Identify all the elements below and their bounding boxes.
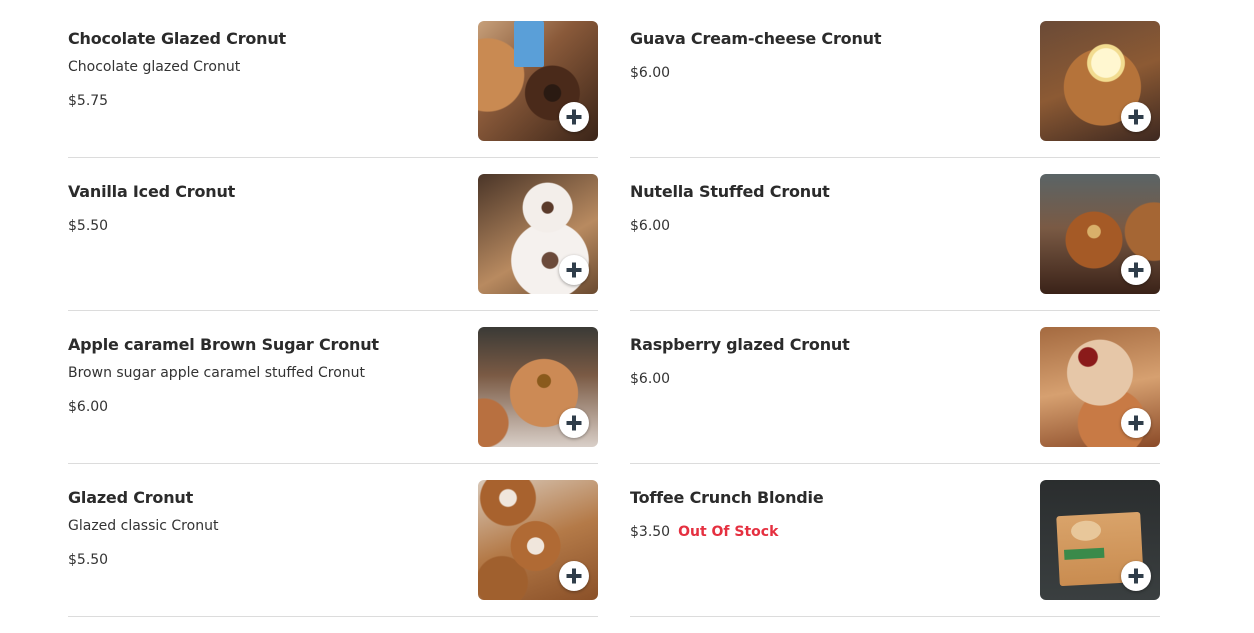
chocolate-glazed-cronut-image[interactable] [478,21,598,141]
menu-item-description: Brown sugar apple caramel stuffed Cronut [68,365,366,381]
plus-icon [566,109,582,125]
menu-item-price-row: $5.50 [68,551,458,569]
menu-item-description: Chocolate glazed Cronut [68,59,241,75]
menu-item-price: $5.50 [68,218,109,234]
plus-icon [1128,109,1144,125]
add-to-cart-button[interactable] [559,255,589,285]
toffee-crunch-blondie-image[interactable] [1040,480,1160,600]
add-to-cart-button[interactable] [1121,102,1151,132]
menu-item-price-row: $6.00 [68,398,458,416]
guava-cream-cheese-cronut-image[interactable] [1040,21,1160,141]
menu-item-price: $5.50 [68,552,109,568]
apple-caramel-cronut-image[interactable] [478,327,598,447]
add-to-cart-button[interactable] [1121,561,1151,591]
add-to-cart-button[interactable] [1121,408,1151,438]
menu-item-name: Guava Cream-cheese Cronut [630,29,882,48]
menu-item-price: $6.00 [630,218,671,234]
menu-item-name: Glazed Cronut [68,488,194,507]
glazed-cronut-image[interactable] [478,480,598,600]
menu-item-price: $5.75 [68,93,109,109]
menu-item-apple-caramel-brown-sugar-cronut[interactable]: Apple caramel Brown Sugar Cronut Brown s… [68,327,598,464]
menu-item-info: Toffee Crunch Blondie $3.50 Out Of Stock [630,488,1020,541]
menu-item-price-row: $3.50 Out Of Stock [630,523,1020,541]
image-detail [514,21,544,67]
out-of-stock-badge: Out Of Stock [678,524,779,540]
add-to-cart-button[interactable] [559,561,589,591]
menu-item-raspberry-glazed-cronut[interactable]: Raspberry glazed Cronut $6.00 [630,327,1160,464]
menu-item-nutella-stuffed-cronut[interactable]: Nutella Stuffed Cronut $6.00 [630,174,1160,311]
menu-items-grid: Chocolate Glazed Cronut Chocolate glazed… [68,21,1160,633]
menu-item-info: Vanilla Iced Cronut $5.50 [68,182,458,235]
menu-item-chocolate-glazed-cronut[interactable]: Chocolate Glazed Cronut Chocolate glazed… [68,21,598,158]
menu-item-glazed-cronut[interactable]: Glazed Cronut Glazed classic Cronut $5.5… [68,480,598,617]
menu-item-toffee-crunch-blondie[interactable]: Toffee Crunch Blondie $3.50 Out Of Stock [630,480,1160,617]
plus-icon [1128,568,1144,584]
menu-item-price: $6.00 [68,399,109,415]
add-to-cart-button[interactable] [559,102,589,132]
menu-item-name: Apple caramel Brown Sugar Cronut [68,335,379,354]
add-to-cart-button[interactable] [559,408,589,438]
plus-icon [566,262,582,278]
menu-item-guava-cream-cheese-cronut[interactable]: Guava Cream-cheese Cronut $6.00 [630,21,1160,158]
plus-icon [566,415,582,431]
menu-item-name: Toffee Crunch Blondie [630,488,824,507]
menu-item-info: Guava Cream-cheese Cronut $6.00 [630,29,1020,82]
menu-item-vanilla-iced-cronut[interactable]: Vanilla Iced Cronut $5.50 [68,174,598,311]
menu-item-price-row: $5.50 [68,217,458,235]
menu-item-info: Chocolate Glazed Cronut Chocolate glazed… [68,29,458,110]
plus-icon [566,568,582,584]
menu-item-name: Chocolate Glazed Cronut [68,29,287,48]
menu-item-name: Nutella Stuffed Cronut [630,182,830,201]
menu-item-price: $6.00 [630,371,671,387]
menu-item-name: Vanilla Iced Cronut [68,182,236,201]
menu-item-price-row: $6.00 [630,64,1020,82]
menu-item-price-row: $6.00 [630,217,1020,235]
menu-item-info: Glazed Cronut Glazed classic Cronut $5.5… [68,488,458,569]
menu-item-info: Apple caramel Brown Sugar Cronut Brown s… [68,335,458,416]
menu-item-description: Glazed classic Cronut [68,518,219,534]
vanilla-iced-cronut-image[interactable] [478,174,598,294]
add-to-cart-button[interactable] [1121,255,1151,285]
menu-item-info: Nutella Stuffed Cronut $6.00 [630,182,1020,235]
nutella-stuffed-cronut-image[interactable] [1040,174,1160,294]
plus-icon [1128,415,1144,431]
plus-icon [1128,262,1144,278]
raspberry-glazed-cronut-image[interactable] [1040,327,1160,447]
menu-item-name: Raspberry glazed Cronut [630,335,850,354]
menu-item-price: $3.50 [630,524,671,540]
menu-item-price-row: $5.75 [68,92,458,110]
menu-item-price-row: $6.00 [630,370,1020,388]
menu-item-price: $6.00 [630,65,671,81]
menu-item-info: Raspberry glazed Cronut $6.00 [630,335,1020,388]
